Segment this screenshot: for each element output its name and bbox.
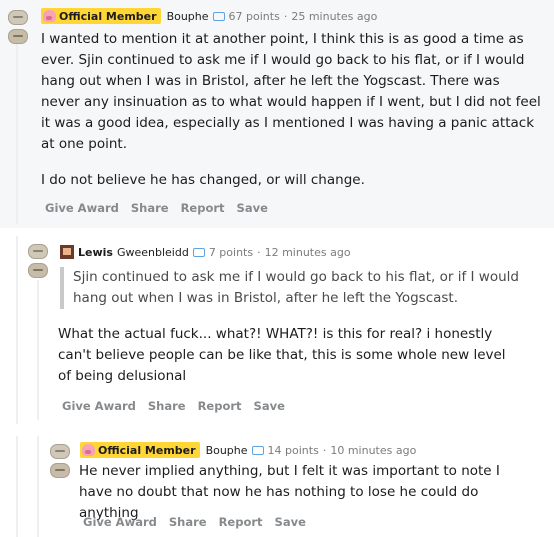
flair-label: Official Member	[59, 9, 157, 23]
points: 7 points	[208, 245, 254, 259]
comment-body: What the actual fuck... what?! WHAT?! is…	[58, 326, 506, 384]
pig-flair-icon	[82, 444, 95, 456]
thread-line[interactable]	[16, 236, 18, 424]
give-award-button[interactable]: Give Award	[83, 515, 157, 529]
thread-line[interactable]	[16, 436, 18, 537]
report-button[interactable]: Report	[181, 201, 225, 215]
give-award-button[interactable]: Give Award	[62, 399, 136, 413]
comment-bouphe-1: Official Member Bouphe 67 points · 25 mi…	[0, 0, 554, 228]
downvote-icon[interactable]	[50, 463, 70, 478]
comment-body: I wanted to mention it at another point,…	[41, 29, 541, 191]
upvote-icon[interactable]	[28, 244, 48, 259]
user-flair: Official Member	[41, 8, 161, 24]
achievement-badge-icon	[251, 445, 264, 455]
comment-actions: Give Award Share Report Save	[62, 399, 297, 413]
user-flair-text: Gweenbleidd	[116, 245, 189, 259]
user-flair: Official Member	[80, 442, 200, 458]
vote-controls[interactable]	[50, 444, 70, 482]
blockquote: Sjin continued to ask me if I would go b…	[60, 267, 523, 309]
comment-lewis: Lewis Gweenbleidd 7 points · 12 minutes …	[0, 236, 554, 424]
thread-line[interactable]	[16, 44, 18, 224]
comment-meta: Official Member Bouphe 14 points · 10 mi…	[80, 442, 416, 458]
username[interactable]: Lewis	[78, 246, 113, 259]
upvote-icon[interactable]	[8, 10, 28, 25]
separator: ·	[322, 443, 327, 457]
upvote-icon[interactable]	[50, 444, 70, 459]
achievement-badge-icon	[192, 247, 205, 257]
achievement-badge-icon	[212, 11, 225, 21]
vote-controls[interactable]	[8, 10, 28, 48]
share-button[interactable]: Share	[169, 515, 207, 529]
save-button[interactable]: Save	[237, 201, 268, 215]
lewis-avatar-icon	[60, 245, 74, 259]
save-button[interactable]: Save	[275, 515, 306, 529]
points: 14 points	[267, 443, 319, 457]
separator: ·	[283, 9, 288, 23]
comment-actions: Give Award Share Report Save	[83, 515, 318, 529]
username[interactable]: Bouphe	[167, 10, 209, 23]
vote-controls[interactable]	[28, 244, 48, 282]
save-button[interactable]: Save	[254, 399, 285, 413]
timestamp[interactable]: 25 minutes ago	[291, 10, 377, 23]
timestamp[interactable]: 10 minutes ago	[330, 444, 416, 457]
thread-line[interactable]	[37, 436, 39, 537]
pig-flair-icon	[43, 10, 56, 22]
comment-actions: Give Award Share Report Save	[45, 201, 280, 215]
share-button[interactable]: Share	[148, 399, 186, 413]
timestamp[interactable]: 12 minutes ago	[265, 246, 351, 259]
comment-paragraph: I do not believe he has changed, or will…	[41, 172, 365, 188]
comment-paragraph: I wanted to mention it at another point,…	[41, 31, 541, 152]
comment-meta: Official Member Bouphe 67 points · 25 mi…	[41, 8, 377, 24]
thread-line[interactable]	[37, 280, 39, 420]
comment-meta: Lewis Gweenbleidd 7 points · 12 minutes …	[60, 244, 351, 260]
give-award-button[interactable]: Give Award	[45, 201, 119, 215]
separator: ·	[257, 245, 261, 259]
comment-thread: Official Member Bouphe 67 points · 25 mi…	[0, 0, 554, 537]
flair-label: Official Member	[98, 443, 196, 457]
downvote-icon[interactable]	[28, 263, 48, 278]
report-button[interactable]: Report	[198, 399, 242, 413]
downvote-icon[interactable]	[8, 29, 28, 44]
share-button[interactable]: Share	[131, 201, 169, 215]
report-button[interactable]: Report	[219, 515, 263, 529]
points: 67 points	[228, 9, 280, 23]
username[interactable]: Bouphe	[206, 444, 248, 457]
comment-bouphe-2: Official Member Bouphe 14 points · 10 mi…	[0, 436, 554, 537]
